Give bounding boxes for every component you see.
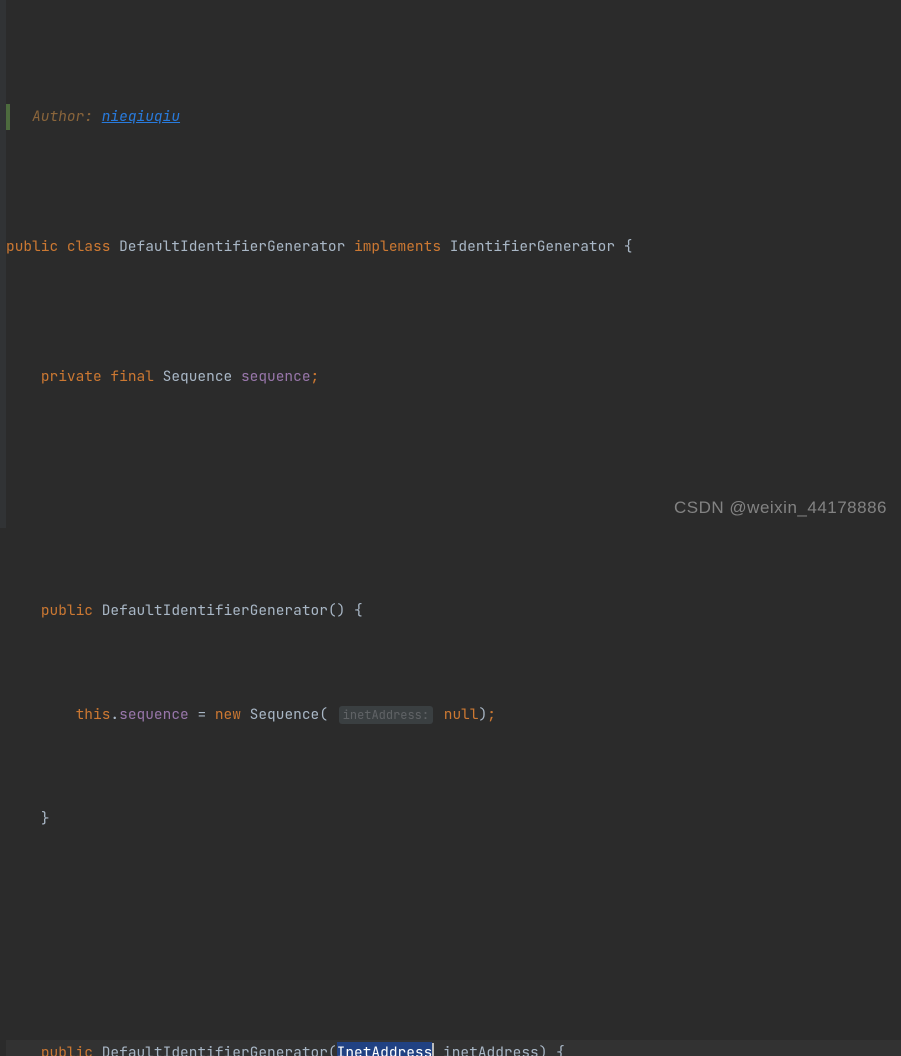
code-line: public DefaultIdentifierGenerator() { [6,598,901,624]
keyword-public: public [6,237,58,256]
blank-line [6,910,901,936]
doc-tag: Author: [32,107,93,126]
param-inetaddress: inetAddress [443,1043,539,1056]
keyword-implements: implements [354,237,441,256]
field-sequence: sequence [241,367,311,386]
semicolon: ; [487,705,496,724]
keyword-private: private [41,367,102,386]
keyword-this: this [76,705,111,724]
keyword-public: public [41,1043,93,1056]
keyword-final: final [110,367,154,386]
blank-line [6,468,901,494]
paren-close: ) [479,705,488,724]
gutter [0,0,6,528]
ctor-name: DefaultIdentifierGenerator [102,1043,328,1056]
brace-open: { [354,601,363,620]
code-line: public DefaultIdentifierGenerator(InetAd… [6,1040,901,1056]
paren-open: ( [319,705,328,724]
paren-open: ( [328,601,337,620]
null-literal: null [444,705,479,724]
keyword-class: class [67,237,111,256]
text-caret [432,1043,434,1056]
selected-text[interactable]: InetAddress [337,1042,433,1056]
code-line: private final Sequence sequence; [6,364,901,390]
keyword-new: new [215,705,241,724]
code-line: public class DefaultIdentifierGenerator … [6,234,901,260]
parameter-hint: inetAddress: [339,706,433,724]
paren-close: ) [337,601,346,620]
javadoc-author: Author: nieqiuqiu [32,107,180,126]
type-sequence: Sequence [250,705,320,724]
equals: = [197,705,206,724]
doc-link[interactable]: nieqiuqiu [102,107,180,126]
code-line: this.sequence = new Sequence( inetAddres… [6,702,901,728]
keyword-public: public [41,601,93,620]
field-sequence: sequence [119,705,189,724]
brace-close: } [41,809,50,828]
code-editor[interactable]: Author: nieqiuqiu public class DefaultId… [0,0,901,1056]
semicolon: ; [311,367,320,386]
code-line: } [6,806,901,832]
vcs-stripe [6,104,10,130]
paren-close: ) [539,1043,548,1056]
code-line: Author: nieqiuqiu [6,104,901,130]
interface-name: IdentifierGenerator [450,237,615,256]
brace-open: { [624,237,633,256]
brace-open: { [556,1043,565,1056]
dot: . [110,705,119,724]
type-sequence: Sequence [163,367,233,386]
ctor-name: DefaultIdentifierGenerator [102,601,328,620]
paren-open: ( [328,1043,337,1056]
class-name: DefaultIdentifierGenerator [119,237,345,256]
